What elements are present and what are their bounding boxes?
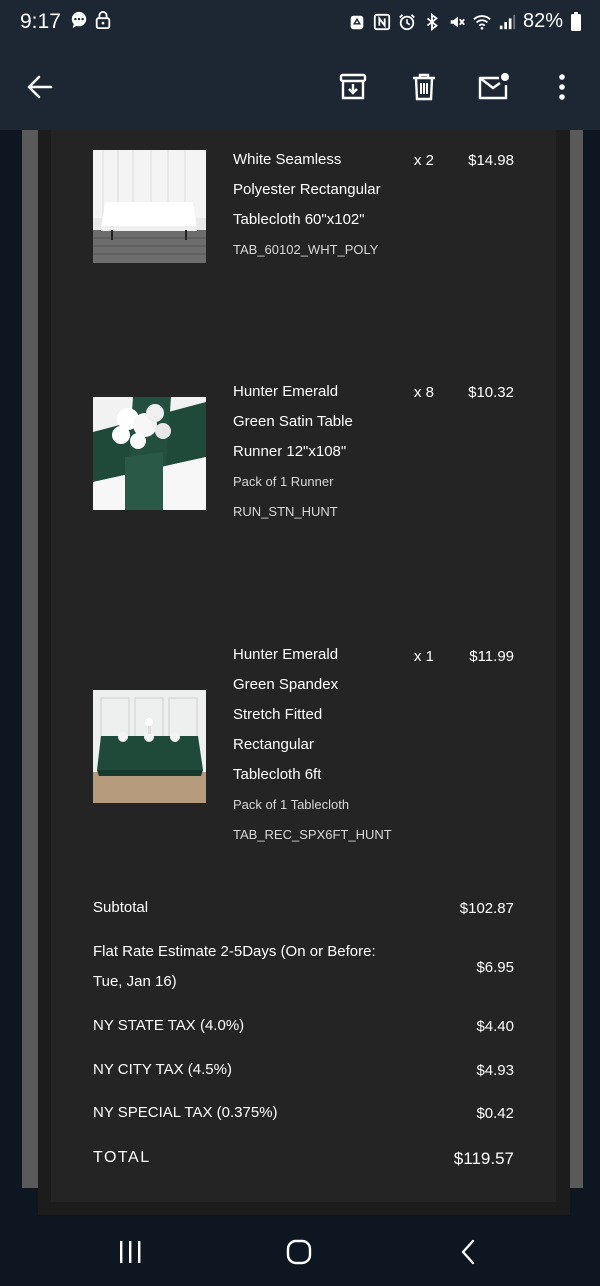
status-bar: 9:17 82% [0, 0, 600, 44]
recycle-icon [350, 15, 364, 29]
item-price: $14.98 [468, 152, 514, 169]
special-tax-label: NY SPECIAL TAX (0.375%) [93, 1104, 278, 1121]
status-right-icons: 82% [348, 10, 582, 33]
item-pack: Pack of 1 Tablecloth [233, 797, 350, 812]
item-qty: x 1 [414, 648, 435, 665]
item-price: $11.99 [469, 648, 514, 665]
alarm-icon [399, 13, 415, 30]
subtotal-label: Subtotal [93, 899, 149, 916]
chat-bubble-icon [71, 11, 87, 29]
item-sku: TAB_60102_WHT_POLY [233, 242, 379, 257]
shipping-label: Flat Rate Estimate 2-5Days (On or Before… [93, 943, 376, 990]
status-left-icons [70, 11, 112, 29]
archive-icon[interactable] [333, 67, 373, 107]
product-image-green-runner[interactable] [93, 397, 206, 510]
state-tax-label: NY STATE TAX (4.0%) [93, 1017, 245, 1034]
shipping-value: $6.95 [476, 959, 514, 976]
battery-icon [571, 11, 581, 31]
item-name: Hunter Emerald Green Satin Table Runner … [233, 377, 393, 527]
trash-icon[interactable] [404, 67, 444, 107]
item-price: $10.32 [468, 384, 514, 401]
product-image-white-tablecloth[interactable] [93, 150, 206, 263]
total-label: TOTAL [93, 1149, 151, 1166]
nfc-icon [373, 13, 391, 30]
back-icon[interactable] [448, 1236, 488, 1268]
app-toolbar [0, 44, 600, 130]
total-value: $119.57 [453, 1149, 514, 1168]
battery-percent: 82% [522, 10, 563, 32]
city-tax-value: $4.93 [476, 1062, 514, 1079]
recent-apps-icon[interactable] [110, 1236, 150, 1268]
signal-icon [499, 14, 516, 29]
item-sku: RUN_STN_HUNT [233, 504, 338, 519]
mute-icon [450, 16, 465, 27]
item-sku: TAB_REC_SPX6FT_HUNT [233, 827, 392, 842]
system-nav-bar [0, 1216, 600, 1286]
left-gutter [22, 130, 38, 1188]
wifi-icon [473, 14, 491, 30]
city-tax-label: NY CITY TAX (4.5%) [93, 1061, 232, 1078]
item-pack: Pack of 1 Runner [233, 474, 334, 489]
back-arrow-icon[interactable] [20, 67, 60, 107]
subtotal-value: $102.87 [459, 900, 514, 917]
product-image-green-spandex[interactable] [93, 690, 206, 803]
item-qty: x 8 [414, 384, 435, 401]
item-name: Hunter Emerald Green Spandex Stretch Fit… [233, 640, 393, 850]
home-icon[interactable] [279, 1236, 319, 1268]
state-tax-value: $4.40 [476, 1018, 514, 1035]
mark-unread-icon[interactable] [474, 67, 514, 107]
right-gutter [570, 130, 583, 1188]
special-tax-value: $0.42 [476, 1105, 514, 1122]
status-time: 9:17 [20, 10, 61, 33]
more-vert-icon[interactable] [542, 67, 582, 107]
item-name: White Seamless Polyester Rectangular Tab… [233, 145, 393, 265]
lock-icon [95, 11, 111, 29]
bluetooth-icon [426, 12, 438, 31]
item-qty: x 2 [414, 152, 435, 169]
